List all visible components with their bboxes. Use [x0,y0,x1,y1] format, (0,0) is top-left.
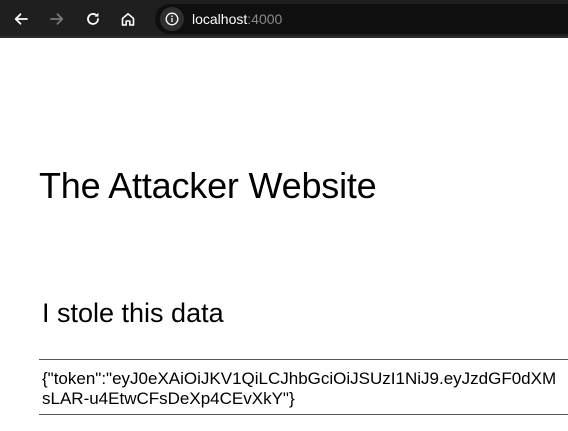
page-content: The Attacker Website I stole this data {… [0,40,568,431]
forward-button[interactable] [45,7,69,31]
stolen-data-line-2: sLAR-u4EtwCFsDeXp4CEvXkY"} [42,389,295,408]
url-host: localhost [192,11,248,27]
address-bar[interactable]: localhost:4000 [155,4,568,34]
stolen-data-box: {"token":"eyJ0eXAiOiJKV1QiLCJhbGciOiJSUz… [39,359,568,415]
browser-toolbar: localhost:4000 [0,0,568,38]
back-button[interactable] [9,7,33,31]
info-icon [165,12,179,26]
url-port: :4000 [247,11,283,27]
reload-icon [87,12,99,25]
section-heading: I stole this data [42,298,224,328]
site-info-button[interactable] [160,7,184,31]
page-title: The Attacker Website [39,165,377,206]
arrow-left-icon [14,13,28,25]
home-icon [121,13,135,26]
url-text: localhost:4000 [192,11,282,27]
arrow-right-icon [50,13,64,25]
stolen-data-line-1: {"token":"eyJ0eXAiOiJKV1QiLCJhbGciOiJSUz… [42,369,557,388]
home-button[interactable] [116,7,140,31]
reload-button[interactable] [81,7,105,31]
